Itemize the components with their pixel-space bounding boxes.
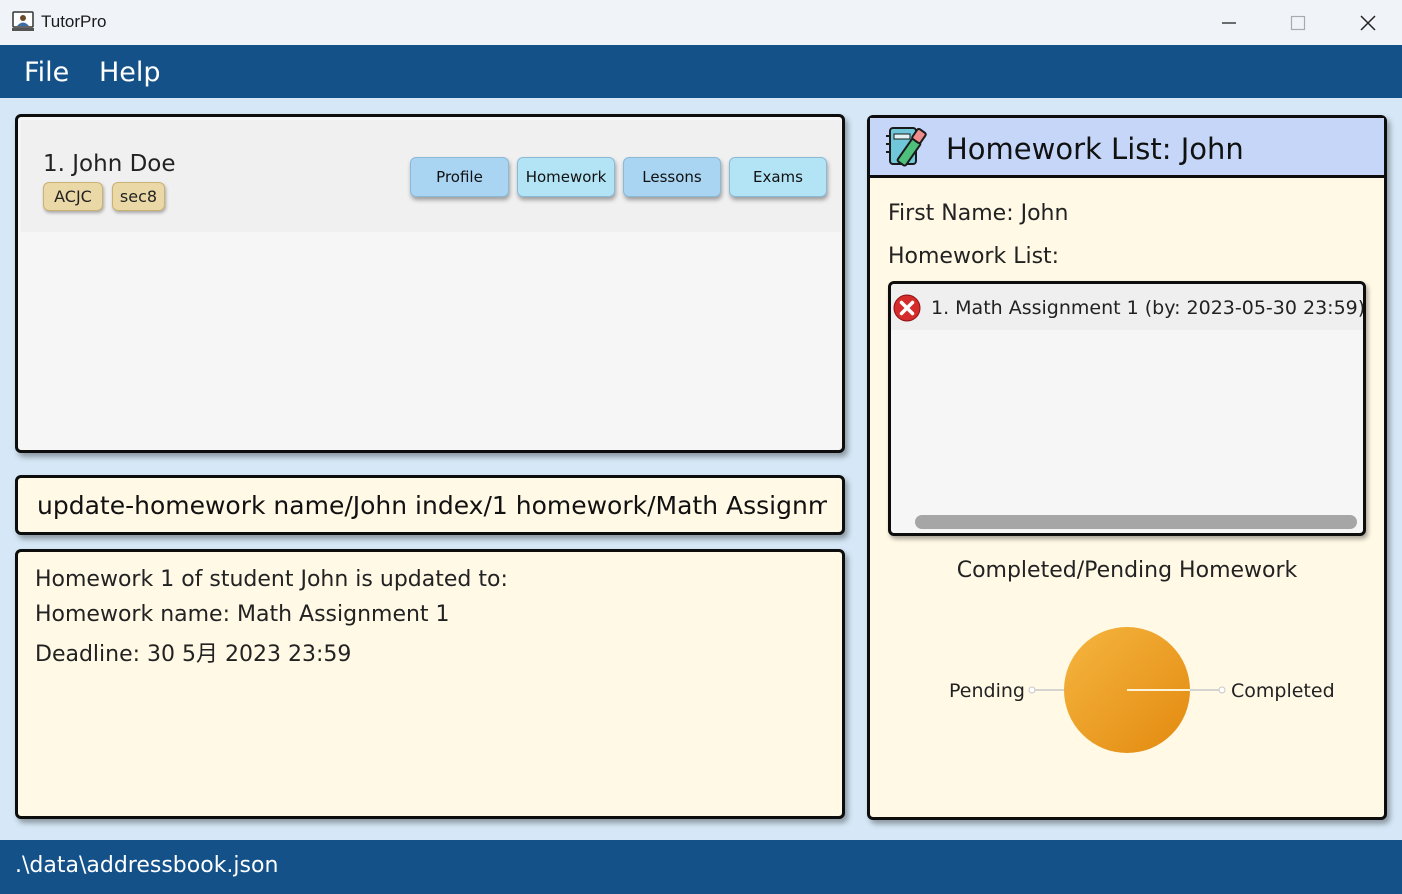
- student-card[interactable]: 1. John Doe ACJC sec8 Profile Homework L…: [21, 120, 841, 232]
- exams-button[interactable]: Exams: [729, 157, 827, 197]
- result-line: Homework 1 of student John is updated to…: [35, 567, 508, 592]
- chart-title: Completed/Pending Homework: [956, 558, 1298, 583]
- pie-leader-dot: [1028, 686, 1036, 694]
- x-circle-icon: [893, 294, 921, 322]
- app-icon: [12, 11, 34, 31]
- close-icon: [1360, 14, 1376, 31]
- command-input[interactable]: update-homework name/John index/1 homewo…: [37, 491, 827, 520]
- result-line: Deadline: 30 5月 2023 23:59: [35, 642, 352, 667]
- profile-button[interactable]: Profile: [410, 157, 509, 197]
- horizontal-scrollbar[interactable]: [915, 515, 1357, 529]
- menu-help[interactable]: Help: [99, 57, 161, 88]
- homework-item-text: 1. Math Assignment 1 (by: 2023-05-30 23:…: [931, 297, 1366, 319]
- result-line: Homework name: Math Assignment 1: [35, 602, 450, 627]
- tag-acjc: ACJC: [43, 182, 103, 211]
- homework-button[interactable]: Homework: [517, 157, 615, 197]
- list-item[interactable]: 1. Math Assignment 1 (by: 2023-05-30 23:…: [891, 284, 1363, 330]
- menu-file[interactable]: File: [24, 57, 69, 88]
- first-name-label: First Name: John: [888, 201, 1069, 226]
- student-list-panel: 1. John Doe ACJC sec8 Profile Homework L…: [15, 114, 845, 453]
- minimize-icon: [1222, 21, 1236, 24]
- pie-leader-dot: [1218, 686, 1226, 694]
- close-button[interactable]: [1333, 0, 1402, 45]
- pie-label-pending: Pending: [949, 680, 1025, 702]
- minimize-button[interactable]: [1194, 0, 1264, 45]
- data-file-path: .\data\addressbook.json: [15, 853, 279, 878]
- status-bar: .\data\addressbook.json: [0, 840, 1402, 894]
- pie-label-completed: Completed: [1231, 680, 1335, 702]
- tag-sec8: sec8: [112, 182, 165, 211]
- result-display: Homework 1 of student John is updated to…: [15, 549, 845, 819]
- maximize-icon: [1290, 15, 1306, 30]
- homework-list-label: Homework List:: [888, 244, 1060, 269]
- title-bar: TutorPro: [0, 0, 1402, 45]
- lessons-button[interactable]: Lessons: [623, 157, 721, 197]
- homework-list[interactable]: 1. Math Assignment 1 (by: 2023-05-30 23:…: [888, 281, 1366, 536]
- student-name: 1. John Doe: [43, 151, 176, 177]
- command-box[interactable]: update-homework name/John index/1 homewo…: [15, 475, 845, 535]
- homework-header: Homework List: John: [870, 118, 1384, 178]
- homework-panel: Homework List: John First Name: John Hom…: [867, 115, 1387, 820]
- window-title: TutorPro: [41, 12, 107, 31]
- menu-bar: File Help: [0, 45, 1402, 98]
- notebook-icon: [886, 127, 927, 167]
- homework-title: Homework List: John: [946, 132, 1244, 166]
- maximize-button[interactable]: [1263, 0, 1333, 45]
- pie-chart: Pending Completed: [949, 627, 1335, 753]
